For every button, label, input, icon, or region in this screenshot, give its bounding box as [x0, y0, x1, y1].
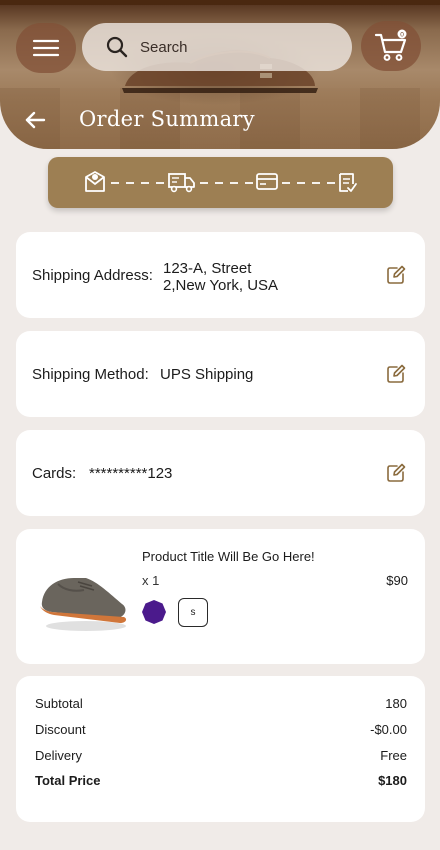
product-price: $90	[386, 573, 408, 588]
subtotal-row: Subtotal 180	[35, 696, 407, 714]
delivery-value: Free	[380, 748, 407, 763]
edit-address-icon[interactable]	[386, 265, 406, 285]
cards-label: Cards:	[32, 465, 77, 482]
subtotal-value: 180	[385, 696, 407, 711]
discount-value: -$0.00	[370, 722, 407, 737]
shipping-address-card: Shipping Address: 123-A, Street 2,New Yo…	[16, 232, 425, 318]
title-row: Order Summary	[0, 103, 440, 137]
hamburger-menu-icon	[32, 39, 60, 57]
delivery-label: Delivery	[35, 748, 82, 763]
product-quantity: x 1	[142, 573, 160, 588]
shipping-method-label: Shipping Method:	[32, 366, 149, 383]
back-arrow-icon[interactable]	[24, 109, 46, 131]
cart-badge-count: 0	[400, 31, 404, 38]
stepper-graphic	[85, 171, 357, 193]
shipping-method-card: Shipping Method: UPS Shipping	[16, 331, 425, 417]
checkout-stepper	[48, 157, 393, 208]
shipping-address-line2: 2,New York, USA	[163, 277, 279, 294]
menu-button[interactable]	[16, 23, 76, 73]
shipping-truck-icon[interactable]	[168, 173, 195, 193]
header-top-line	[0, 0, 440, 5]
delivery-row: Delivery Free	[35, 748, 407, 766]
edit-shipping-method-icon[interactable]	[386, 364, 406, 384]
header-banner: Search 0 Order Summary	[0, 0, 440, 149]
shipping-address-line1: 123-A, Street	[163, 260, 252, 277]
size-option[interactable]: s	[178, 598, 208, 627]
discount-row: Discount -$0.00	[35, 722, 407, 740]
cart-button[interactable]: 0	[361, 21, 421, 71]
review-checklist-icon[interactable]	[339, 173, 357, 192]
payment-cards-card: Cards: **********123	[16, 430, 425, 516]
payment-card-icon[interactable]	[256, 173, 278, 190]
subtotal-label: Subtotal	[35, 696, 83, 711]
product-shoe-image	[40, 578, 127, 631]
search-icon	[106, 36, 128, 58]
color-swatch[interactable]	[141, 599, 167, 625]
shipping-method-value: UPS Shipping	[160, 366, 254, 383]
product-title: Product Title Will Be Go Here!	[142, 549, 315, 564]
shipping-address-label: Shipping Address:	[32, 267, 153, 284]
total-price-value: $180	[378, 773, 407, 788]
total-price-row: Total Price $180	[35, 773, 407, 791]
cards-value: **********123	[89, 465, 173, 482]
total-price-label: Total Price	[35, 773, 101, 788]
discount-label: Discount	[35, 722, 86, 737]
edit-card-icon[interactable]	[386, 463, 406, 483]
order-totals-card: Subtotal 180 Discount -$0.00 Delivery Fr…	[16, 676, 425, 822]
page-title: Order Summary	[79, 107, 255, 131]
order-placed-icon[interactable]	[85, 171, 105, 192]
shopping-cart-icon: 0	[374, 29, 407, 61]
product-card: Product Title Will Be Go Here! x 1 $90 s	[16, 529, 425, 664]
search-bar[interactable]: Search	[82, 23, 352, 71]
search-input[interactable]: Search	[140, 39, 188, 56]
